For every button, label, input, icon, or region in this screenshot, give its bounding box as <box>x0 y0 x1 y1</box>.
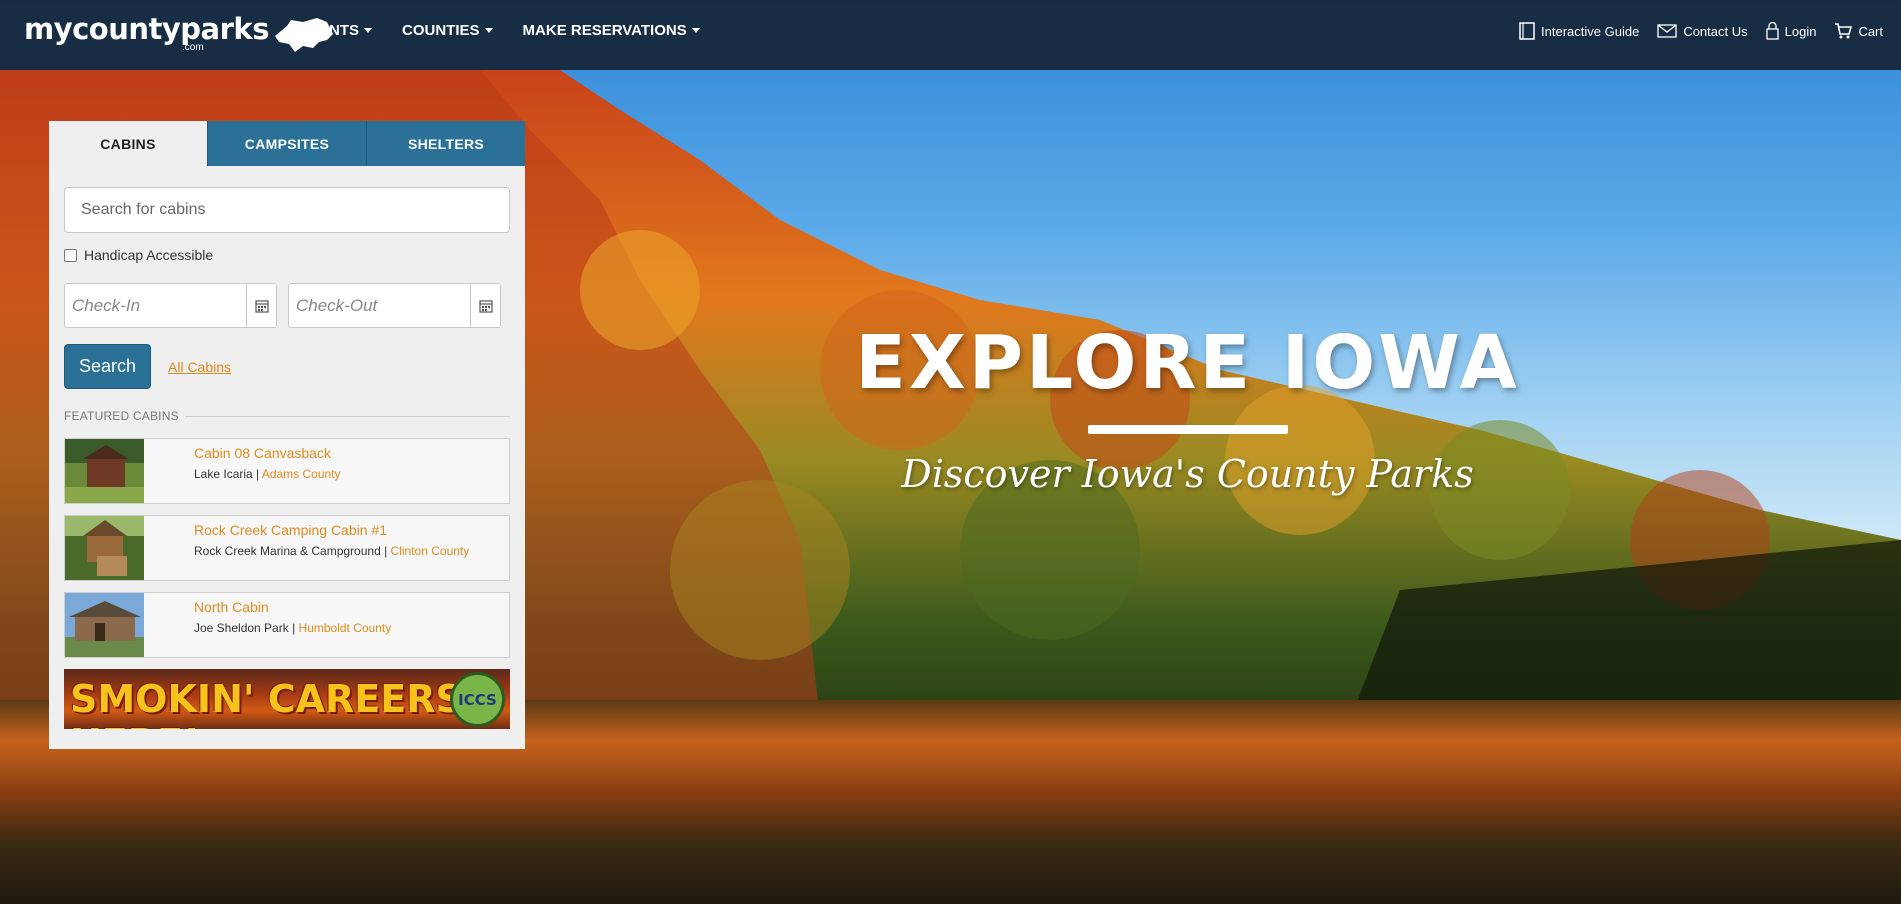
hero-divider <box>1088 425 1288 434</box>
banner-text: SMOKIN' CAREERS HERE! <box>70 677 463 729</box>
card-title[interactable]: North Cabin <box>194 599 391 615</box>
card-text: Rock Creek Camping Cabin #1 Rock Creek M… <box>144 516 469 580</box>
divider <box>184 415 510 417</box>
menu-make-reservations[interactable]: MAKE RESERVATIONS <box>523 22 700 39</box>
contact-us-label: Contact Us <box>1683 23 1748 39</box>
caret-down-icon <box>364 28 373 33</box>
featured-card[interactable]: Rock Creek Camping Cabin #1 Rock Creek M… <box>64 515 510 581</box>
panel-body: Search for cabins Handicap Accessible Ch… <box>49 166 525 729</box>
featured-heading-label: FEATURED CABINS <box>64 409 179 423</box>
card-meta: Lake Icaria | Adams County <box>194 467 341 481</box>
card-text: Cabin 08 Canvasback Lake Icaria | Adams … <box>144 439 341 503</box>
featured-card[interactable]: North Cabin Joe Sheldon Park | Humboldt … <box>64 592 510 658</box>
checkin-calendar-button[interactable] <box>246 284 276 327</box>
reservation-panel: CABINS CAMPSITES SHELTERS Search for cab… <box>49 121 525 749</box>
featured-card[interactable]: Cabin 08 Canvasback Lake Icaria | Adams … <box>64 438 510 504</box>
caret-down-icon <box>691 28 700 33</box>
utility-links: Interactive Guide Contact Us Login Cart <box>1519 22 1883 40</box>
top-navbar: mycountyparks .com EVENTS COUNTIES MAKE … <box>0 0 1901 70</box>
menu-events-label: EVENTS <box>299 22 360 39</box>
search-actions: Search All Cabins <box>64 344 510 389</box>
search-placeholder: Search for cabins <box>81 201 206 218</box>
careers-banner-ad[interactable]: SMOKIN' CAREERS HERE! ICCS <box>64 669 510 729</box>
main-menu: EVENTS COUNTIES MAKE RESERVATIONS <box>299 22 700 39</box>
handicap-checkbox[interactable] <box>64 248 77 262</box>
login-label: Login <box>1784 23 1817 39</box>
interactive-guide-link[interactable]: Interactive Guide <box>1519 22 1639 40</box>
featured-list: Cabin 08 Canvasback Lake Icaria | Adams … <box>64 438 510 658</box>
cart-link[interactable]: Cart <box>1834 23 1883 39</box>
iccs-badge: ICCS <box>450 672 505 727</box>
lock-icon <box>1765 22 1779 40</box>
book-icon <box>1519 22 1535 40</box>
menu-reservations-label: MAKE RESERVATIONS <box>522 22 687 39</box>
cabin-thumbnail <box>65 516 144 580</box>
calendar-icon <box>254 299 269 313</box>
cabin-thumbnail <box>65 439 144 503</box>
tab-shelters[interactable]: SHELTERS <box>366 121 525 166</box>
interactive-guide-label: Interactive Guide <box>1541 23 1640 39</box>
card-park: Lake Icaria <box>194 467 253 481</box>
featured-heading: FEATURED CABINS <box>64 409 510 423</box>
card-meta: Rock Creek Marina & Campground | Clinton… <box>194 544 470 558</box>
menu-counties[interactable]: COUNTIES <box>402 22 493 39</box>
caret-down-icon <box>484 28 493 33</box>
cart-icon <box>1835 23 1853 39</box>
all-cabins-link[interactable]: All Cabins <box>168 359 231 375</box>
cabin-search-input[interactable]: Search for cabins <box>64 187 510 233</box>
cabin-thumbnail <box>65 593 144 657</box>
checkout-field: Check-Out <box>288 283 501 328</box>
checkin-field: Check-In <box>64 283 277 328</box>
checkout-calendar-button[interactable] <box>470 284 500 327</box>
site-logo[interactable]: mycountyparks .com <box>24 14 335 54</box>
tab-campsites[interactable]: CAMPSITES <box>207 121 366 166</box>
checkout-input[interactable]: Check-Out <box>289 284 470 327</box>
reservation-tabs: CABINS CAMPSITES SHELTERS <box>49 121 525 166</box>
card-meta: Joe Sheldon Park | Humboldt County <box>194 621 392 635</box>
envelope-icon <box>1657 24 1677 38</box>
cart-label: Cart <box>1858 23 1883 39</box>
checkin-input[interactable]: Check-In <box>65 284 246 327</box>
date-range: Check-In Check-Out <box>64 283 510 328</box>
search-button[interactable]: Search <box>64 344 151 389</box>
card-park: Joe Sheldon Park <box>194 621 289 635</box>
menu-counties-label: COUNTIES <box>402 22 480 39</box>
calendar-icon <box>478 299 493 313</box>
contact-us-link[interactable]: Contact Us <box>1657 23 1748 39</box>
logo-text: mycountyparks <box>24 12 269 46</box>
card-county-link[interactable]: Adams County <box>262 467 341 481</box>
card-park: Rock Creek Marina & Campground <box>194 544 381 558</box>
handicap-label: Handicap Accessible <box>84 247 214 263</box>
login-link[interactable]: Login <box>1765 22 1817 40</box>
card-text: North Cabin Joe Sheldon Park | Humboldt … <box>144 593 391 657</box>
card-title[interactable]: Cabin 08 Canvasback <box>194 445 341 461</box>
handicap-row: Handicap Accessible <box>64 247 510 263</box>
card-county-link[interactable]: Clinton County <box>391 544 470 558</box>
card-title[interactable]: Rock Creek Camping Cabin #1 <box>194 522 469 538</box>
logo-subtext: .com <box>182 42 204 53</box>
menu-events[interactable]: EVENTS <box>299 22 373 39</box>
tab-cabins[interactable]: CABINS <box>49 121 207 166</box>
card-county-link[interactable]: Humboldt County <box>299 621 392 635</box>
